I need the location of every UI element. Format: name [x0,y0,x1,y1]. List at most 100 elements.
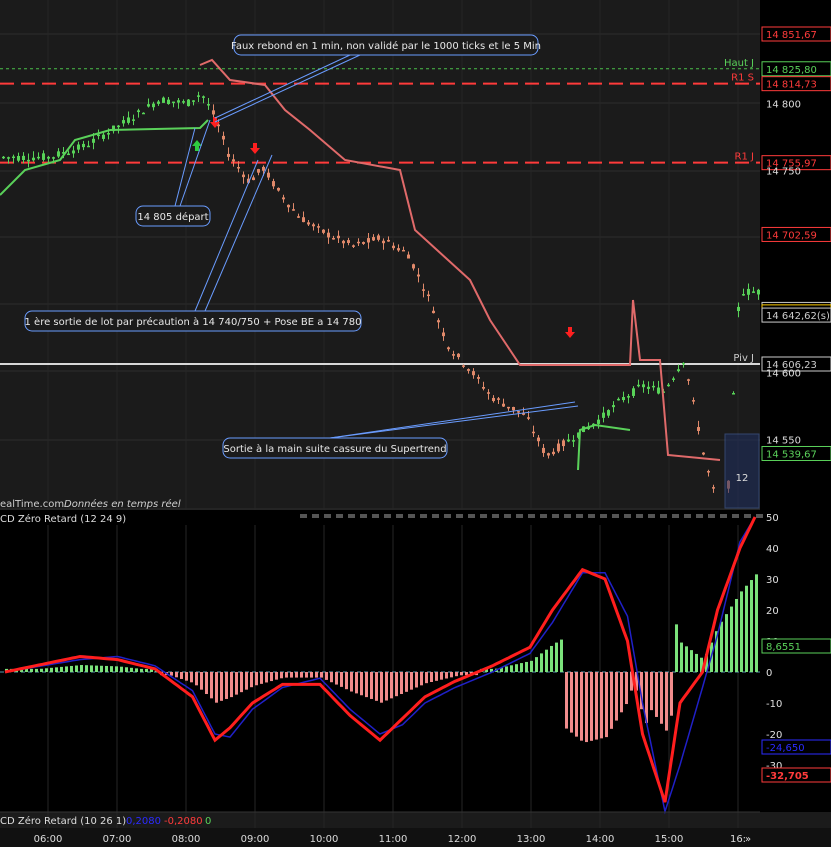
candle-body [342,240,345,244]
histogram-bar [520,663,523,672]
trading-chart[interactable]: 14 851,67 Haut J 14 825,80 R1 S 14 814,73 R1 … [0,0,831,847]
histogram-bar [570,672,573,733]
histogram-bar [245,672,248,690]
osc-y-tick: 20 [766,606,779,617]
candle-body [742,294,745,296]
osc-panel-bg [0,510,760,812]
osc-header-dash [720,514,727,518]
histogram-bar [575,672,578,737]
histogram-bar [255,672,258,686]
candle-body [152,103,155,108]
candle-body [372,237,375,241]
histogram-bar [690,650,693,672]
histogram-bar [310,672,313,678]
histogram-bar [225,672,228,699]
histogram-bar [195,672,198,686]
candle-body [452,354,455,356]
histogram-bar [175,672,178,678]
candle-body [262,166,265,171]
histogram-bar [50,667,53,672]
histogram-bar [185,672,188,681]
candle-body [642,384,645,388]
candle-body [397,248,400,251]
level-tag-text: 14 851,67 [766,30,817,41]
histogram-bar [360,672,363,696]
candle-body [142,112,145,115]
osc-header-dash [420,514,427,518]
histogram-bar [685,646,688,672]
histogram-bar [120,666,123,672]
time-x-tick: 15:00 [655,834,684,845]
candle-body [47,156,50,159]
osc-header-dash [492,514,499,518]
osc-y-tick: 0 [766,668,772,679]
histogram-bar [75,665,78,672]
candle-body [437,320,440,323]
candle-body [182,101,185,103]
candle-body [502,403,505,407]
candle-body [272,181,275,187]
candle-body [337,235,340,239]
osc-last-value: 8,6551 [766,642,801,653]
candle-body [167,99,170,105]
annotation-first-exit-text: 1 ère sortie de lot par précaution à 14 … [25,316,362,328]
level-name: R1 J [735,152,754,163]
candle-body [97,134,100,137]
watermark-note: Données en temps réel [64,498,181,510]
candle-body [222,135,225,140]
candle-body [402,249,405,252]
candle-body [457,353,460,358]
histogram-bar [510,665,513,672]
osc-last-value: -32,705 [766,771,809,782]
candle-body [617,398,620,401]
histogram-bar [275,672,278,680]
time-x-tick: 09:00 [241,834,270,845]
candle-body [347,240,350,243]
osc-header-dash [600,514,607,518]
histogram-bar [420,672,423,686]
candle-body [317,226,320,228]
osc-header-dash [564,514,571,518]
candle-body [147,104,150,107]
annotation-departure-text: 14 805 départ [137,211,208,223]
candle-body [622,397,625,401]
candle-body [412,264,415,269]
histogram-bar [730,606,733,672]
osc-header-dash [504,514,511,518]
candle-body [202,96,205,98]
candle-body [517,411,520,413]
candle-body [477,377,480,379]
histogram-bar [580,672,583,741]
histogram-bar [315,672,318,678]
histogram-bar [80,665,83,672]
candle-body [172,101,175,104]
candle-body [667,384,670,387]
histogram-bar [210,672,213,699]
candle-body [417,274,420,277]
histogram-bar [65,666,68,672]
histogram-bar [350,672,353,692]
osc-y-tick: 50 [766,513,779,524]
histogram-bar [40,668,43,672]
histogram-bar [680,642,683,672]
candle-body [307,222,310,225]
candle-body [72,150,75,154]
histogram-bar [330,672,333,683]
histogram-bar [295,672,298,678]
histogram-bar [190,672,193,683]
osc-header-dash [348,514,355,518]
histogram-bar [335,672,338,685]
osc-header-dash [468,514,475,518]
candle-body [422,289,425,291]
candle-body [287,204,290,208]
candle-body [162,97,165,103]
osc-header-dash [396,514,403,518]
histogram-bar [735,598,738,672]
histogram-bar [625,672,628,705]
time-x-tick: 11:00 [379,834,408,845]
osc-header-dash [336,514,343,518]
candle-body [312,224,315,227]
osc2-value: 0,2080 [126,816,161,827]
candle-body [137,110,140,113]
candle-body [57,151,60,157]
